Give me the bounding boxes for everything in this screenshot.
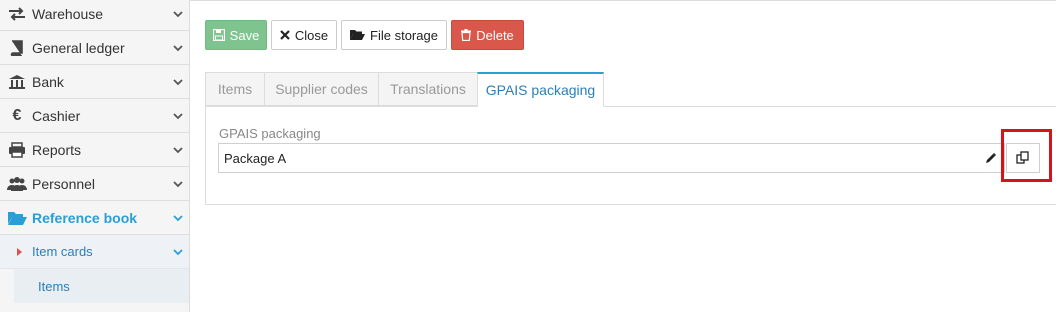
sidebar-item-general-ledger[interactable]: General ledger	[0, 31, 189, 65]
folder-open-icon	[350, 30, 366, 40]
sidebar-item-personnel[interactable]: Personnel	[0, 167, 189, 201]
chevron-down-icon	[173, 10, 183, 17]
users-icon	[6, 175, 28, 193]
sidebar-item-label: General ledger	[32, 39, 125, 56]
save-label: Save	[229, 27, 260, 43]
tab-label: Items	[217, 81, 253, 97]
save-button[interactable]: Save	[205, 20, 267, 50]
app-root: Warehouse General ledger Bank € Cashier	[0, 0, 1056, 312]
close-icon	[280, 30, 290, 40]
arrows-exchange-icon	[6, 5, 28, 23]
euro-icon: €	[12, 106, 22, 124]
gpais-packaging-field[interactable]: Package A	[218, 143, 978, 173]
sidebar-item-label: Reports	[32, 141, 82, 158]
bank-icon	[6, 73, 28, 91]
book-icon	[6, 39, 28, 57]
tab-translations[interactable]: Translations	[378, 72, 478, 106]
sidebar-item-bank[interactable]: Bank	[0, 65, 189, 99]
file-storage-button[interactable]: File storage	[341, 20, 447, 50]
delete-button[interactable]: Delete	[451, 20, 524, 50]
sidebar-leaf-items[interactable]: Items	[14, 269, 189, 303]
caret-right-icon	[17, 247, 22, 256]
tab-supplier-codes[interactable]: Supplier codes	[264, 72, 379, 106]
sidebar-leaf-label: Items	[38, 278, 70, 294]
tab-label: Supplier codes	[275, 81, 368, 97]
gpais-packaging-label: GPAIS packaging	[219, 126, 321, 141]
chevron-down-icon	[173, 248, 183, 255]
sidebar-item-reference-book[interactable]: Reference book	[0, 201, 189, 235]
tab-gpais-packaging[interactable]: GPAIS packaging	[477, 72, 604, 107]
copy-icon	[1016, 151, 1029, 164]
folder-open-icon	[6, 209, 28, 227]
tab-label: GPAIS packaging	[485, 82, 596, 98]
chevron-down-icon	[173, 44, 183, 51]
file-storage-label: File storage	[370, 27, 438, 43]
sidebar-subitem-label: Item cards	[32, 244, 93, 259]
sidebar-item-label: Warehouse	[32, 5, 104, 22]
trash-icon	[461, 29, 472, 41]
close-button[interactable]: Close	[271, 20, 337, 50]
sidebar-item-warehouse[interactable]: Warehouse	[0, 0, 189, 31]
floppy-disk-icon	[212, 29, 225, 41]
sidebar-subitem-item-cards[interactable]: Item cards	[0, 235, 189, 269]
sidebar-item-label: Reference book	[32, 209, 138, 226]
pencil-icon	[985, 152, 996, 163]
chevron-down-icon	[173, 180, 183, 187]
close-label: Close	[294, 27, 329, 43]
gpais-packaging-value: Package A	[224, 150, 287, 166]
chevron-down-icon	[173, 146, 183, 153]
printer-icon	[6, 141, 28, 159]
tab-label: Translations	[390, 81, 466, 97]
sidebar-item-reports[interactable]: Reports	[0, 133, 189, 167]
chevron-down-icon	[173, 112, 183, 119]
tab-items[interactable]: Items	[205, 72, 265, 106]
delete-label: Delete	[476, 27, 514, 43]
sidebar-item-label: Cashier	[32, 107, 81, 124]
sidebar: Warehouse General ledger Bank € Cashier	[0, 0, 190, 312]
chevron-down-icon	[173, 214, 183, 221]
top-divider	[190, 0, 1056, 3]
sidebar-item-label: Personnel	[32, 175, 96, 192]
chevron-down-icon	[173, 78, 183, 85]
sidebar-item-cashier[interactable]: € Cashier	[0, 99, 189, 133]
copy-button[interactable]	[1006, 143, 1040, 173]
sidebar-item-label: Bank	[32, 73, 64, 90]
